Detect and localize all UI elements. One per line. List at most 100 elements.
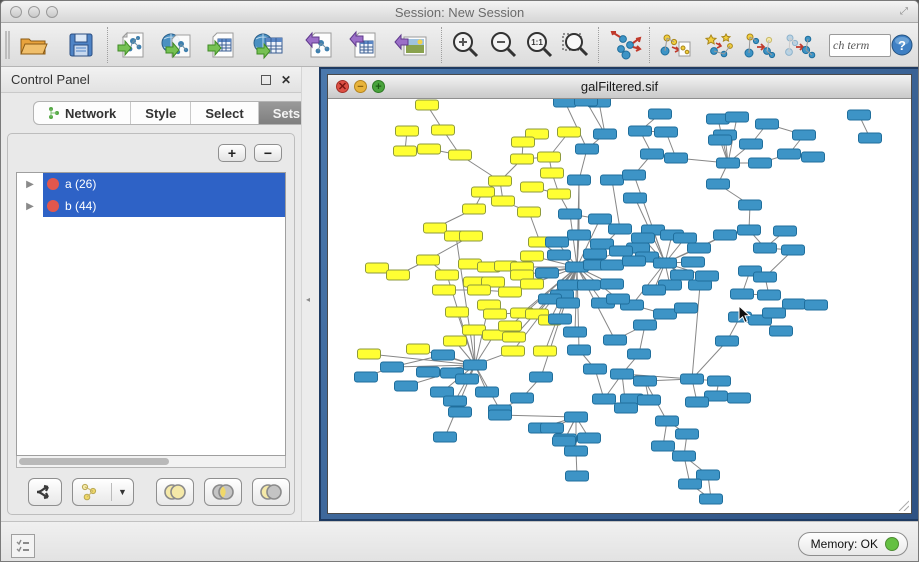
graph-node[interactable] bbox=[446, 307, 469, 317]
graph-node[interactable] bbox=[673, 451, 696, 461]
graph-node[interactable] bbox=[681, 374, 704, 384]
graph-node[interactable] bbox=[805, 300, 828, 310]
graph-node[interactable] bbox=[484, 309, 507, 319]
graph-node[interactable] bbox=[578, 433, 601, 443]
graph-node[interactable] bbox=[740, 139, 763, 149]
graph-node[interactable] bbox=[624, 193, 647, 203]
graph-node[interactable] bbox=[381, 362, 404, 372]
graph-node[interactable] bbox=[623, 256, 646, 266]
graph-node[interactable] bbox=[489, 410, 512, 420]
intersection-sets-button[interactable] bbox=[204, 478, 242, 506]
graph-node[interactable] bbox=[696, 271, 719, 281]
graph-node[interactable] bbox=[511, 393, 534, 403]
graph-node[interactable] bbox=[492, 196, 515, 206]
graph-node[interactable] bbox=[770, 326, 793, 336]
graph-node[interactable] bbox=[697, 470, 720, 480]
graph-node[interactable] bbox=[568, 175, 591, 185]
graph-node[interactable] bbox=[449, 150, 472, 160]
graph-node[interactable] bbox=[709, 135, 732, 145]
close-panel-icon[interactable]: ✕ bbox=[281, 73, 291, 87]
export-network-button[interactable] bbox=[301, 28, 337, 62]
graph-node[interactable] bbox=[424, 223, 447, 233]
graph-node[interactable] bbox=[449, 407, 472, 417]
export-image-button[interactable] bbox=[393, 28, 429, 62]
export-table-button[interactable] bbox=[345, 28, 381, 62]
graph-node[interactable] bbox=[584, 249, 607, 259]
graph-node[interactable] bbox=[518, 207, 541, 217]
graph-node[interactable] bbox=[538, 152, 561, 162]
graph-node[interactable] bbox=[511, 154, 534, 164]
graph-node[interactable] bbox=[675, 303, 698, 313]
graph-node[interactable] bbox=[541, 168, 564, 178]
graph-node[interactable] bbox=[554, 99, 577, 107]
graph-node[interactable] bbox=[671, 270, 694, 280]
graph-node[interactable] bbox=[548, 250, 571, 260]
graph-node[interactable] bbox=[594, 129, 617, 139]
memory-status-button[interactable]: Memory: OK bbox=[798, 532, 908, 556]
graph-node[interactable] bbox=[754, 243, 777, 253]
graph-node[interactable] bbox=[758, 290, 781, 300]
graph-node[interactable] bbox=[601, 260, 624, 270]
graph-node[interactable] bbox=[611, 369, 634, 379]
zoom-out-button[interactable] bbox=[485, 28, 521, 62]
graph-node[interactable] bbox=[541, 423, 564, 433]
graph-node[interactable] bbox=[802, 152, 825, 162]
import-network-url-button[interactable] bbox=[159, 28, 195, 62]
float-panel-icon[interactable] bbox=[261, 75, 271, 85]
graph-node[interactable] bbox=[716, 336, 739, 346]
graph-node[interactable] bbox=[859, 133, 882, 143]
graph-node[interactable] bbox=[558, 127, 581, 137]
graph-node[interactable] bbox=[456, 374, 479, 384]
graph-node[interactable] bbox=[499, 287, 522, 297]
graph-node[interactable] bbox=[623, 170, 646, 180]
graph-node[interactable] bbox=[534, 346, 557, 356]
graph-node[interactable] bbox=[521, 251, 544, 261]
graph-node[interactable] bbox=[444, 396, 467, 406]
graph-node[interactable] bbox=[503, 332, 526, 342]
graph-node[interactable] bbox=[499, 321, 522, 331]
graph-node[interactable] bbox=[566, 471, 589, 481]
graph-node[interactable] bbox=[460, 231, 483, 241]
graph-node[interactable] bbox=[432, 350, 455, 360]
graph-node[interactable] bbox=[688, 243, 711, 253]
graph-node[interactable] bbox=[607, 294, 630, 304]
graph-node[interactable] bbox=[553, 436, 576, 446]
graph-node[interactable] bbox=[782, 245, 805, 255]
graph-node[interactable] bbox=[417, 255, 440, 265]
graph-node[interactable] bbox=[433, 285, 456, 295]
graph-node[interactable] bbox=[502, 346, 525, 356]
graph-node[interactable] bbox=[654, 258, 677, 268]
difference-sets-button[interactable] bbox=[252, 478, 290, 506]
toolbar-grip[interactable] bbox=[5, 31, 10, 59]
graph-node[interactable] bbox=[778, 149, 801, 159]
graph-node[interactable] bbox=[628, 349, 651, 359]
scrollbar-thumb[interactable] bbox=[19, 458, 169, 465]
graph-node[interactable] bbox=[536, 268, 559, 278]
graph-node[interactable] bbox=[358, 349, 381, 359]
graph-node[interactable] bbox=[521, 279, 544, 289]
graph-node[interactable] bbox=[848, 110, 871, 120]
select-nodes-button[interactable] bbox=[701, 28, 737, 62]
graph-node[interactable] bbox=[387, 270, 410, 280]
fullscreen-icon[interactable]: ⤢ bbox=[900, 6, 912, 18]
graph-node[interactable] bbox=[444, 336, 467, 346]
expand-triangle-icon[interactable]: ▶ bbox=[17, 201, 43, 212]
graph-node[interactable] bbox=[593, 394, 616, 404]
graph-node[interactable] bbox=[568, 345, 591, 355]
graph-node[interactable] bbox=[682, 257, 705, 267]
graph-node[interactable] bbox=[417, 367, 440, 377]
graph-node[interactable] bbox=[763, 308, 786, 318]
graph-node[interactable] bbox=[576, 144, 599, 154]
graph-node[interactable] bbox=[643, 285, 666, 295]
graph-node[interactable] bbox=[708, 376, 731, 386]
search-input[interactable] bbox=[829, 34, 891, 57]
graph-node[interactable] bbox=[655, 127, 678, 137]
graph-node[interactable] bbox=[756, 119, 779, 129]
tab-network[interactable]: Network bbox=[34, 102, 131, 124]
graph-node[interactable] bbox=[717, 158, 740, 168]
graph-node[interactable] bbox=[641, 149, 664, 159]
graph-node[interactable] bbox=[601, 279, 624, 289]
graph-node[interactable] bbox=[714, 230, 737, 240]
remove-set-button[interactable]: − bbox=[254, 144, 282, 162]
graph-node[interactable] bbox=[754, 272, 777, 282]
